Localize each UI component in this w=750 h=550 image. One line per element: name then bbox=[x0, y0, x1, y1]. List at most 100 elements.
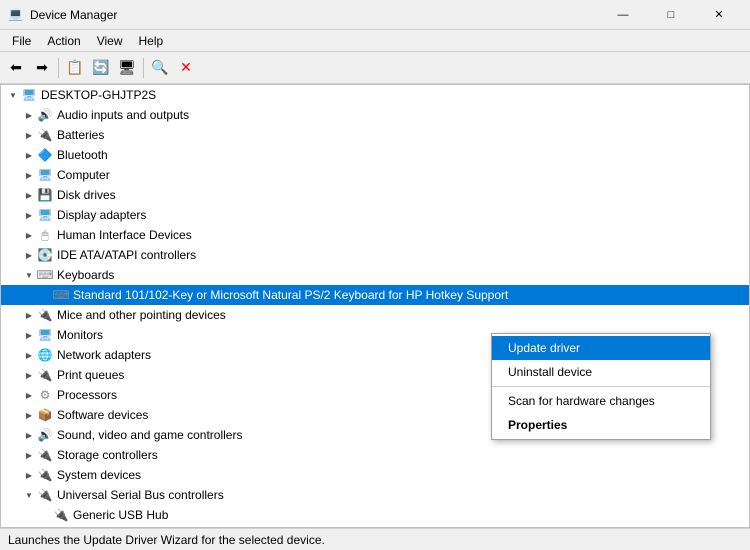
maximize-button[interactable]: □ bbox=[648, 0, 694, 30]
expand-icon-kbd-item[interactable] bbox=[37, 287, 53, 303]
tree-item-audio[interactable]: ▶🔊 Audio inputs and outputs bbox=[1, 105, 749, 125]
item-icon-proc: ⚙ bbox=[37, 387, 53, 403]
tree-item-bluetooth[interactable]: ▶🔷Bluetooth bbox=[1, 145, 749, 165]
item-label-proc: Processors bbox=[57, 388, 117, 402]
app-icon: 💻 bbox=[8, 7, 24, 23]
expand-icon-print[interactable]: ▶ bbox=[21, 367, 37, 383]
toolbar-sep2 bbox=[143, 58, 144, 78]
menu-item-help[interactable]: Help bbox=[131, 32, 172, 50]
tree-item-system[interactable]: ▶🔌System devices bbox=[1, 465, 749, 485]
expand-icon-sound[interactable]: ▶ bbox=[21, 427, 37, 443]
menu-item-file[interactable]: File bbox=[4, 32, 39, 50]
item-label-network: Network adapters bbox=[57, 348, 151, 362]
expand-icon-diskdrives[interactable]: ▶ bbox=[21, 187, 37, 203]
menu-item-view[interactable]: View bbox=[89, 32, 131, 50]
expand-icon-ide[interactable]: ▶ bbox=[21, 247, 37, 263]
context-sep bbox=[492, 386, 710, 387]
close-button[interactable]: ✕ bbox=[696, 0, 742, 30]
item-label-display: Display adapters bbox=[57, 208, 146, 222]
tree-item-mice[interactable]: ▶🔌Mice and other pointing devices bbox=[1, 305, 749, 325]
item-icon-keyboards: ⌨ bbox=[37, 267, 53, 283]
item-label-batteries: Batteries bbox=[57, 128, 104, 142]
item-label-kbd-item: Standard 101/102-Key or Microsoft Natura… bbox=[73, 288, 508, 302]
context-item-update[interactable]: Update driver bbox=[492, 336, 710, 360]
context-item-properties[interactable]: Properties bbox=[492, 413, 710, 437]
toolbar-properties[interactable]: 📋 bbox=[63, 56, 87, 80]
item-label-hid: Human Interface Devices bbox=[57, 228, 192, 242]
tree-items-container: ▶🔊Audio inputs and outputs▶🔌Batteries▶🔷B… bbox=[1, 105, 749, 528]
context-menu[interactable]: Update driverUninstall device Scan for ha… bbox=[491, 333, 711, 440]
root-expand-icon: ▼ bbox=[5, 87, 21, 103]
item-icon-software: 📦 bbox=[37, 407, 53, 423]
window-title: Device Manager bbox=[30, 8, 600, 22]
minimize-button[interactable]: — bbox=[600, 0, 646, 30]
tree-item-usb[interactable]: ▼🔌Universal Serial Bus controllers bbox=[1, 485, 749, 505]
expand-icon-bluetooth[interactable]: ▶ bbox=[21, 147, 37, 163]
context-item-uninstall[interactable]: Uninstall device bbox=[492, 360, 710, 384]
toolbar-forward[interactable]: ➡ bbox=[30, 56, 54, 80]
toolbar-update[interactable]: 🔄 bbox=[89, 56, 113, 80]
expand-icon-software[interactable]: ▶ bbox=[21, 407, 37, 423]
item-icon-usb-intel8: 🔌 bbox=[53, 527, 69, 528]
toolbar: ⬅ ➡ 📋 🔄 🖥 🔍 ✕ bbox=[0, 52, 750, 84]
expand-icon-display[interactable]: ▶ bbox=[21, 207, 37, 223]
tree-item-computer[interactable]: ▶🖥 Computer bbox=[1, 165, 749, 185]
item-label-software: Software devices bbox=[57, 408, 148, 422]
toolbar-red[interactable]: ✕ bbox=[174, 56, 198, 80]
item-icon-network: 🌐 bbox=[37, 347, 53, 363]
item-label-computer: Computer bbox=[57, 168, 110, 182]
item-icon-print: 🔌 bbox=[37, 367, 53, 383]
tree-item-hid[interactable]: ▶🖱Human Interface Devices bbox=[1, 225, 749, 245]
item-label-audio: Audio inputs and outputs bbox=[57, 108, 189, 122]
item-label-keyboards: Keyboards bbox=[57, 268, 114, 282]
tree-root[interactable]: ▼ 🖥 DESKTOP-GHJTP2S bbox=[1, 85, 749, 105]
item-icon-display: 🖥 bbox=[37, 207, 53, 223]
menu-item-action[interactable]: Action bbox=[39, 32, 88, 50]
toolbar-uninstall[interactable]: 🖥 bbox=[115, 56, 139, 80]
root-label: DESKTOP-GHJTP2S bbox=[41, 88, 156, 102]
toolbar-sep1 bbox=[58, 58, 59, 78]
device-tree[interactable]: ▼ 🖥 DESKTOP-GHJTP2S ▶🔊Audio inputs and o… bbox=[0, 84, 750, 528]
item-label-usb: Universal Serial Bus controllers bbox=[57, 488, 224, 502]
tree-item-diskdrives[interactable]: ▶💾Disk drives bbox=[1, 185, 749, 205]
expand-icon-proc[interactable]: ▶ bbox=[21, 387, 37, 403]
expand-icon-usb[interactable]: ▼ bbox=[21, 487, 37, 503]
expand-icon-batteries[interactable]: ▶ bbox=[21, 127, 37, 143]
tree-item-display[interactable]: ▶🖥 Display adapters bbox=[1, 205, 749, 225]
expand-icon-hid[interactable]: ▶ bbox=[21, 227, 37, 243]
tree-item-kbd-item[interactable]: ⌨ Standard 101/102-Key or Microsoft Natur… bbox=[1, 285, 749, 305]
tree-item-ide[interactable]: ▶💽IDE ATA/ATAPI controllers bbox=[1, 245, 749, 265]
item-icon-kbd-item: ⌨ bbox=[53, 287, 69, 303]
tree-item-keyboards[interactable]: ▼⌨ Keyboards bbox=[1, 265, 749, 285]
item-icon-audio: 🔊 bbox=[37, 107, 53, 123]
expand-icon-computer[interactable]: ▶ bbox=[21, 167, 37, 183]
toolbar-back[interactable]: ⬅ bbox=[4, 56, 28, 80]
expand-icon-monitors[interactable]: ▶ bbox=[21, 327, 37, 343]
expand-icon-mice[interactable]: ▶ bbox=[21, 307, 37, 323]
item-label-usb-generic: Generic USB Hub bbox=[73, 508, 168, 522]
item-icon-computer: 🖥 bbox=[37, 167, 53, 183]
item-icon-storage: 🔌 bbox=[37, 447, 53, 463]
title-bar: 💻 Device Manager — □ ✕ bbox=[0, 0, 750, 30]
item-icon-diskdrives: 💾 bbox=[37, 187, 53, 203]
expand-icon-usb-intel8[interactable] bbox=[37, 527, 53, 528]
tree-item-usb-generic[interactable]: 🔌 Generic USB Hub bbox=[1, 505, 749, 525]
item-label-bluetooth: Bluetooth bbox=[57, 148, 108, 162]
item-icon-monitors: 🖥 bbox=[37, 327, 53, 343]
expand-icon-network[interactable]: ▶ bbox=[21, 347, 37, 363]
root-icon: 🖥 bbox=[21, 87, 37, 103]
tree-item-storage[interactable]: ▶🔌Storage controllers bbox=[1, 445, 749, 465]
item-icon-sound: 🔊 bbox=[37, 427, 53, 443]
tree-item-usb-intel8[interactable]: 🔌Intel(R) 8 Series USB Enhanced Host Con… bbox=[1, 525, 749, 528]
tree-item-batteries[interactable]: ▶🔌Batteries bbox=[1, 125, 749, 145]
context-item-scan[interactable]: Scan for hardware changes bbox=[492, 389, 710, 413]
expand-icon-usb-generic[interactable] bbox=[37, 507, 53, 523]
expand-icon-system[interactable]: ▶ bbox=[21, 467, 37, 483]
expand-icon-keyboards[interactable]: ▼ bbox=[21, 267, 37, 283]
item-label-sound: Sound, video and game controllers bbox=[57, 428, 242, 442]
item-label-system: System devices bbox=[57, 468, 141, 482]
toolbar-scan[interactable]: 🔍 bbox=[148, 56, 172, 80]
expand-icon-storage[interactable]: ▶ bbox=[21, 447, 37, 463]
status-text: Launches the Update Driver Wizard for th… bbox=[8, 533, 325, 547]
expand-icon-audio[interactable]: ▶ bbox=[21, 107, 37, 123]
